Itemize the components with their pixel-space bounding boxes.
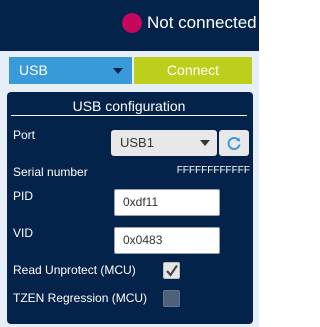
- connect-button[interactable]: Connect: [134, 57, 252, 84]
- header-bar: Not connected: [0, 0, 259, 51]
- interface-select[interactable]: USB: [9, 57, 132, 84]
- refresh-icon: [227, 137, 241, 150]
- vid-label: VID: [13, 226, 34, 240]
- panel-title-divider: [11, 115, 247, 116]
- interface-select-value: USB: [19, 62, 48, 78]
- pid-field[interactable]: 0xdf11: [114, 189, 220, 216]
- checkmark-icon: [166, 264, 178, 277]
- chevron-down-icon: [200, 140, 210, 146]
- tzen-regression-label: TZEN Regression (MCU): [13, 291, 148, 305]
- panel-title: USB configuration: [72, 98, 186, 114]
- port-select[interactable]: USB1: [111, 130, 217, 156]
- read-unprotect-checkbox[interactable]: [163, 262, 180, 279]
- port-select-value: USB1: [120, 135, 154, 150]
- port-label: Port: [13, 128, 36, 142]
- connection-status-text: Not connected: [147, 13, 257, 32]
- connection-status-dot: [122, 13, 142, 33]
- vid-field[interactable]: 0x0483: [114, 227, 220, 254]
- chevron-down-icon: [113, 68, 123, 74]
- pid-label: PID: [13, 189, 34, 203]
- tzen-regression-checkbox[interactable]: [163, 290, 180, 307]
- read-unprotect-label: Read Unprotect (MCU): [13, 263, 136, 277]
- serial-number-label: Serial number: [13, 165, 88, 179]
- serial-number-value: FFFFFFFFFFFF: [176, 165, 250, 176]
- refresh-button[interactable]: [219, 130, 249, 156]
